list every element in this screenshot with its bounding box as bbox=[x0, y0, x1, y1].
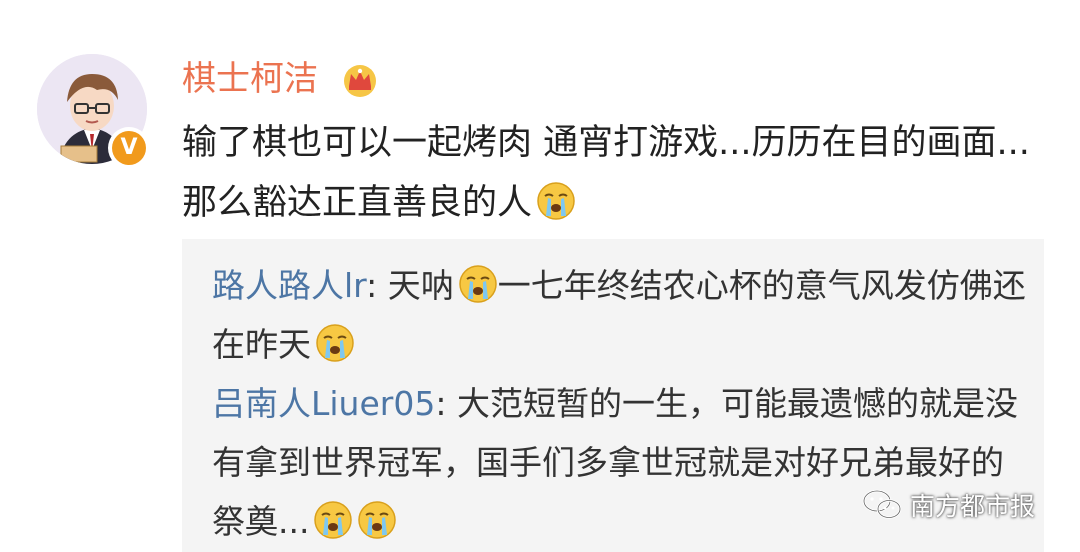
reply-user-link[interactable]: 路人路人lr bbox=[212, 266, 366, 305]
reply-sep: : bbox=[366, 266, 388, 305]
post-body: 输了棋也可以一起烤肉 通宵打游戏...历历在目的画面...那么豁达正直善良的人 bbox=[182, 113, 1042, 233]
crying-emoji-icon bbox=[315, 323, 355, 363]
verified-badge: V bbox=[108, 127, 150, 169]
reply-item: 路人路人lr: 天呐 一七年终结农心杯的意气风发仿佛还在昨天 bbox=[212, 256, 1032, 374]
reply-user-link[interactable]: 吕南人Liuer05 bbox=[212, 384, 435, 423]
watermark-text: 南方都市报 bbox=[910, 492, 1036, 521]
reply-sep: : bbox=[435, 384, 457, 423]
wechat-icon bbox=[862, 489, 902, 519]
crying-emoji-icon bbox=[458, 264, 498, 304]
crying-emoji-icon bbox=[313, 500, 353, 540]
verified-v-icon: V bbox=[112, 131, 146, 165]
reply-text: 天呐 bbox=[387, 266, 454, 305]
crown-icon bbox=[344, 65, 376, 97]
post-text: 输了棋也可以一起烤肉 通宵打游戏...历历在目的画面...那么豁达正直善良的人 bbox=[182, 123, 1030, 223]
watermark: 南方都市报 bbox=[862, 485, 1035, 525]
crying-emoji-icon bbox=[536, 181, 576, 221]
crying-emoji-icon bbox=[357, 500, 397, 540]
post-author-name[interactable]: 棋士柯洁 bbox=[182, 54, 318, 104]
